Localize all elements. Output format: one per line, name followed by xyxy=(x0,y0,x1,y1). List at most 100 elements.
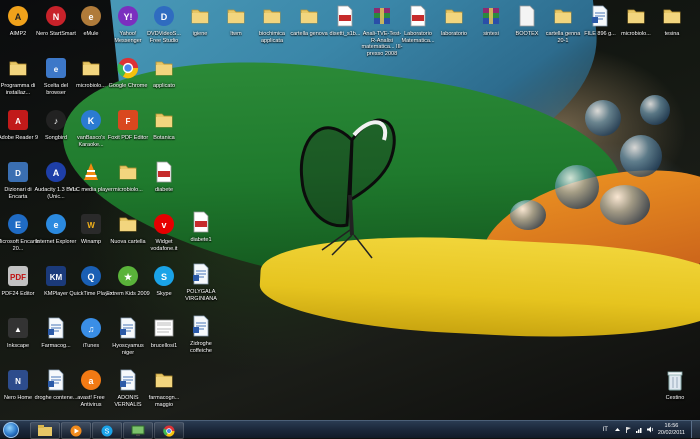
adobe-reader-icon: A xyxy=(6,108,30,132)
vlc-icon xyxy=(79,160,103,184)
pdf-icon xyxy=(333,4,357,28)
taskbar-explorer-button[interactable] xyxy=(30,422,60,439)
desktop-col5-item-shortcut[interactable]: diabete xyxy=(142,160,186,194)
language-indicator[interactable]: IT xyxy=(603,427,608,433)
taskbar-chrome-button[interactable] xyxy=(154,422,184,439)
svg-text:e: e xyxy=(54,65,59,74)
show-desktop-button[interactable] xyxy=(691,421,700,438)
skype-icon: S xyxy=(101,425,113,436)
encarta-icon: E xyxy=(6,212,30,236)
inkscape-icon: ▲ xyxy=(6,316,30,340)
document-icon xyxy=(116,368,140,392)
desktop-col6-item-shortcut[interactable]: diabete1 xyxy=(179,210,223,244)
desktop-col5-item-shortcut[interactable]: Botanica xyxy=(142,108,186,142)
folder-icon xyxy=(188,4,212,28)
recycle-bin-icon xyxy=(663,368,687,392)
folder-icon xyxy=(152,56,176,80)
svg-text:N: N xyxy=(15,377,21,386)
kmplayer-icon: KM xyxy=(44,264,68,288)
folder-icon xyxy=(442,4,466,28)
tray-arrow-icon[interactable] xyxy=(614,426,621,433)
desktop-top-item-label: tesina xyxy=(664,31,680,37)
songbird-icon: ♪ xyxy=(44,108,68,132)
internet-explorer-icon: e xyxy=(44,212,68,236)
desktop-col6-item-shortcut[interactable]: Zidroghe coffeiche xyxy=(179,314,223,354)
desktop-col5-item-shortcut[interactable]: farmacogn... maggio xyxy=(142,368,186,408)
folder-icon xyxy=(297,4,321,28)
folder-icon xyxy=(660,4,684,28)
svg-text:K: K xyxy=(88,116,95,126)
winamp-icon: W xyxy=(79,212,103,236)
desktop-col5-item-label: Botanica xyxy=(153,135,175,141)
svg-text:★: ★ xyxy=(124,272,133,282)
quicktime-icon: Q xyxy=(79,264,103,288)
start-button[interactable] xyxy=(2,421,20,438)
winrar-icon xyxy=(479,4,503,28)
svg-text:D: D xyxy=(15,169,21,178)
nero-startsmart-icon: N xyxy=(44,4,68,28)
svg-text:F: F xyxy=(126,117,131,126)
wallpaper-marble xyxy=(555,165,599,209)
wallpaper-butterfly xyxy=(299,118,396,259)
action-center-flag-icon[interactable] xyxy=(625,426,632,433)
encarta-dictionary-icon: D xyxy=(6,160,30,184)
aimp-icon: A xyxy=(6,4,30,28)
desktop-top-item-shortcut[interactable]: tesina xyxy=(650,4,694,38)
desktop-col5-item-label: applicato xyxy=(152,83,176,89)
desktop-col6-item-shortcut[interactable]: POLYGALA VIRGINIANA xyxy=(179,262,223,302)
system-tray: IT 16:56 20/02/2011 xyxy=(603,421,700,438)
svg-text:e: e xyxy=(53,220,58,230)
svg-text:KM: KM xyxy=(50,273,63,282)
network-icon xyxy=(131,425,145,436)
svg-text:E: E xyxy=(15,220,21,230)
desktop-col5-item-label: farmacogn... maggio xyxy=(148,395,180,408)
audacity-icon: A xyxy=(44,160,68,184)
taskbar-skype-button[interactable]: S xyxy=(92,422,122,439)
svg-text:♪: ♪ xyxy=(54,116,59,126)
document-icon xyxy=(189,262,213,286)
svg-text:PDF: PDF xyxy=(10,273,26,282)
svg-text:v: v xyxy=(161,220,166,230)
itunes-icon: ♫ xyxy=(79,316,103,340)
recycle-bin-shortcut[interactable]: Cestino xyxy=(653,368,697,402)
svg-text:D: D xyxy=(161,12,168,22)
pdf-icon xyxy=(152,160,176,184)
folder-icon xyxy=(152,108,176,132)
folder-icon xyxy=(152,368,176,392)
foxit-icon: F xyxy=(116,108,140,132)
pdf24-icon: PDF xyxy=(6,264,30,288)
network-signal-icon[interactable] xyxy=(635,426,643,433)
dvdvideosoft-icon: D xyxy=(152,4,176,28)
recycle-bin-label: Cestino xyxy=(665,395,685,401)
folder-icon xyxy=(224,4,248,28)
svg-text:N: N xyxy=(53,12,60,22)
svg-text:S: S xyxy=(105,428,110,435)
desktop-col6-item-label: Zidroghe coffeiche xyxy=(190,341,212,354)
taskbar-network-button[interactable] xyxy=(123,422,153,439)
desktop-col5-item-shortcut[interactable]: applicato xyxy=(142,56,186,90)
folder-icon xyxy=(6,56,30,80)
svg-text:W: W xyxy=(87,221,95,230)
document-icon xyxy=(189,314,213,338)
wallpaper-marble xyxy=(510,200,546,230)
winrar-icon xyxy=(370,4,394,28)
volume-icon[interactable] xyxy=(646,426,654,433)
wallpaper-marble xyxy=(585,100,621,136)
yahoo-messenger-icon: Y! xyxy=(116,4,140,28)
desktop-col5-item-label: diabete xyxy=(154,187,174,193)
pdf-icon xyxy=(189,210,213,234)
wallpaper-marble xyxy=(620,135,662,177)
windows-orb-icon xyxy=(3,421,19,438)
svg-text:A: A xyxy=(15,12,22,22)
clock[interactable]: 16:56 20/02/2011 xyxy=(658,423,685,436)
svg-text:Y!: Y! xyxy=(124,12,133,22)
svg-text:A: A xyxy=(15,117,21,126)
taskbar-media-player-button[interactable] xyxy=(61,422,91,439)
document-icon xyxy=(116,316,140,340)
svg-text:▲: ▲ xyxy=(14,325,22,334)
document-icon xyxy=(588,4,612,28)
skype-icon: S xyxy=(152,264,176,288)
svg-text:Q: Q xyxy=(87,272,94,282)
chrome-icon xyxy=(116,56,140,80)
svg-text:A: A xyxy=(53,168,60,178)
